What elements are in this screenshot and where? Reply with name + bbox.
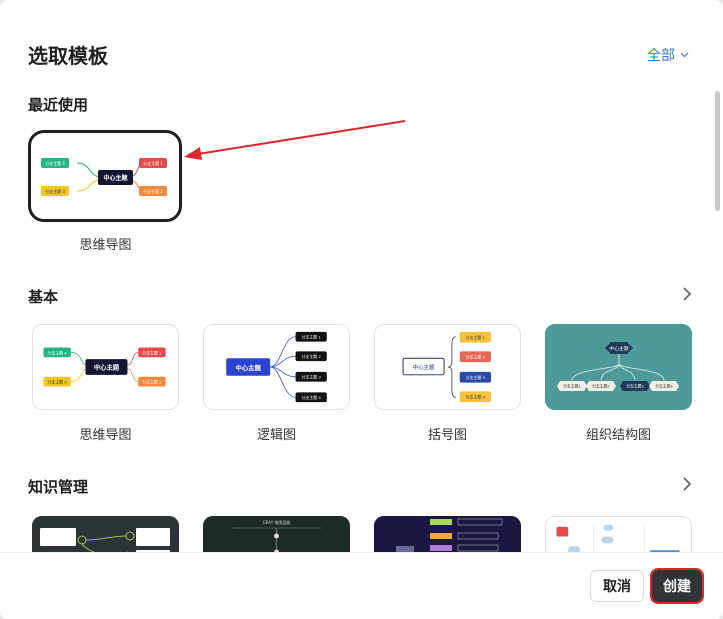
org-thumbnail: 中心主题 分支主题1 分支主题2 分支主题3 分支主题4	[545, 324, 692, 410]
cancel-button[interactable]: 取消	[590, 570, 644, 602]
dialog-title: 选取模板	[28, 44, 108, 68]
svg-text:分支主题 2: 分支主题 2	[466, 355, 486, 360]
section-title-recent: 最近使用	[28, 96, 89, 114]
branch-text-2: 分支主题 2	[143, 188, 163, 194]
brace-thumbnail: 中心主题 分支主题 1 分支主题 2 分支主题 3 分支主题 4	[402, 331, 491, 403]
branch-text-4: 分支主题 4	[45, 160, 65, 166]
center-text: 中心主题	[103, 174, 128, 182]
svg-text:分支主题 1: 分支主题 1	[302, 335, 322, 340]
svg-text:中心主题: 中心主题	[609, 345, 628, 352]
template-label-mindmap: 思维导图	[79, 428, 132, 443]
create-button[interactable]: 创建	[650, 568, 704, 604]
mindmap-thumbnail: 分支主题 4 分支主题 3 中心主题 分支主题 1 分支主题 2	[43, 347, 166, 387]
logic-thumbnail: 中心主题 分支主题 1 分支主题 2 分支主题 3 分支主题 4	[226, 331, 327, 403]
branch-text-1: 分支主题 1	[143, 160, 163, 166]
section-title-knowledge: 知识管理	[28, 478, 89, 496]
template-label-org: 组织结构图	[585, 428, 651, 443]
recent-template-mindmap[interactable]: 分支主题 4 分支主题 3 中心主题 分支主题 1 分支主题 2	[28, 130, 182, 222]
svg-text:中心主题: 中心主题	[94, 362, 120, 371]
svg-text:GRAY 笔图层级: GRAY 笔图层级	[263, 519, 291, 525]
svg-text:分支主题 3: 分支主题 3	[302, 375, 322, 380]
recent-template-label: 思维导图	[79, 238, 132, 253]
svg-text:分支主题 2: 分支主题 2	[142, 380, 162, 385]
filter-dropdown[interactable]: 全部	[647, 45, 689, 65]
chevron-right-icon[interactable]	[681, 287, 693, 301]
section-title-basic: 基本	[28, 288, 59, 306]
svg-text:分支主题3: 分支主题3	[626, 384, 644, 389]
filter-label: 全部	[647, 48, 675, 64]
svg-text:中心主题: 中心主题	[413, 363, 435, 371]
template-card-logic[interactable]: 中心主题 分支主题 1 分支主题 2 分支主题 3 分支主题 4	[203, 324, 350, 410]
svg-text:分支主题 4: 分支主题 4	[302, 395, 322, 400]
svg-text:分支主题4: 分支主题4	[655, 384, 673, 389]
svg-text:分支主题 1: 分支主题 1	[142, 350, 162, 355]
template-label-brace: 括号图	[427, 428, 467, 443]
template-label-logic: 逻辑图	[256, 428, 296, 443]
svg-text:分支主题 4: 分支主题 4	[466, 395, 486, 400]
svg-text:分支主题 4: 分支主题 4	[48, 350, 68, 355]
svg-text:分支主题2: 分支主题2	[592, 384, 610, 389]
branch-text-3: 分支主题 3	[45, 188, 65, 194]
scrollbar-thumb[interactable]	[715, 91, 720, 211]
svg-text:中心主题: 中心主题	[236, 363, 262, 372]
svg-text:分支主题1: 分支主题1	[563, 384, 581, 389]
template-card-org[interactable]: 中心主题 分支主题1 分支主题2 分支主题3 分支主题4	[545, 324, 692, 410]
chevron-down-icon	[680, 52, 689, 58]
mindmap-thumbnail: 分支主题 4 分支主题 3 中心主题 分支主题 1 分支主题 2	[41, 158, 167, 196]
template-card-mindmap[interactable]: 分支主题 4 分支主题 3 中心主题 分支主题 1 分支主题 2	[32, 324, 179, 410]
template-card-brace[interactable]: 中心主题 分支主题 1 分支主题 2 分支主题 3 分支主题 4	[374, 324, 521, 410]
lock-icon	[556, 526, 569, 537]
svg-text:分支主题 3: 分支主题 3	[466, 375, 486, 380]
dialog-footer: 取消 创建	[0, 552, 723, 619]
svg-text:分支主题 2: 分支主题 2	[302, 354, 322, 359]
svg-text:分支主题 3: 分支主题 3	[48, 380, 68, 385]
svg-text:分支主题 1: 分支主题 1	[466, 335, 486, 340]
chevron-right-icon[interactable]	[681, 477, 693, 491]
template-dialog: 选取模板 全部 最近使用 分支主题 4 分支主题 3 中心主题 分支主题 1 分…	[0, 0, 723, 619]
